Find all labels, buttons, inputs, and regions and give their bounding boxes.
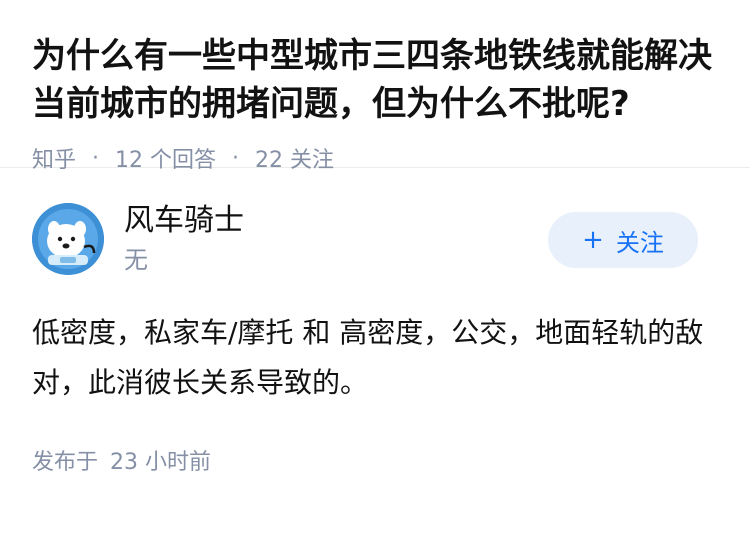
author-name[interactable]: 风车骑士 — [124, 203, 244, 239]
posted-time: 23 小时前 — [110, 450, 212, 475]
question-title[interactable]: 为什么有一些中型城市三四条地铁线就能解决当前城市的拥堵问题，但为什么不批呢? — [32, 32, 718, 128]
astronaut-dog-avatar-icon — [32, 203, 104, 275]
author-bio: 无 — [124, 246, 148, 274]
posted-label: 发布于 — [32, 450, 99, 475]
post-time: 发布于 23 小时前 — [32, 444, 718, 476]
zhihu-answer-page: 为什么有一些中型城市三四条地铁线就能解决当前城市的拥堵问题，但为什么不批呢? 知… — [0, 0, 750, 538]
follow-label: 关注 — [615, 228, 664, 257]
question-header: 为什么有一些中型城市三四条地铁线就能解决当前城市的拥堵问题，但为什么不批呢? 知… — [0, 0, 750, 173]
separator-dot: · — [92, 145, 100, 171]
answer-card: 风车骑士 无 + 关注 低密度，私家车/摩托 和 高密度，公交，地面轻轨的敌对，… — [0, 168, 750, 476]
avatar[interactable] — [32, 203, 104, 275]
author-info: 风车骑士 无 — [124, 203, 244, 275]
answer-content: 低密度，私家车/摩托 和 高密度，公交，地面轻轨的敌对，此消彼长关系导致的。 — [32, 316, 704, 399]
plus-icon: + — [582, 225, 604, 255]
separator-dot: · — [232, 145, 240, 171]
follow-button[interactable]: + 关注 — [548, 212, 698, 268]
